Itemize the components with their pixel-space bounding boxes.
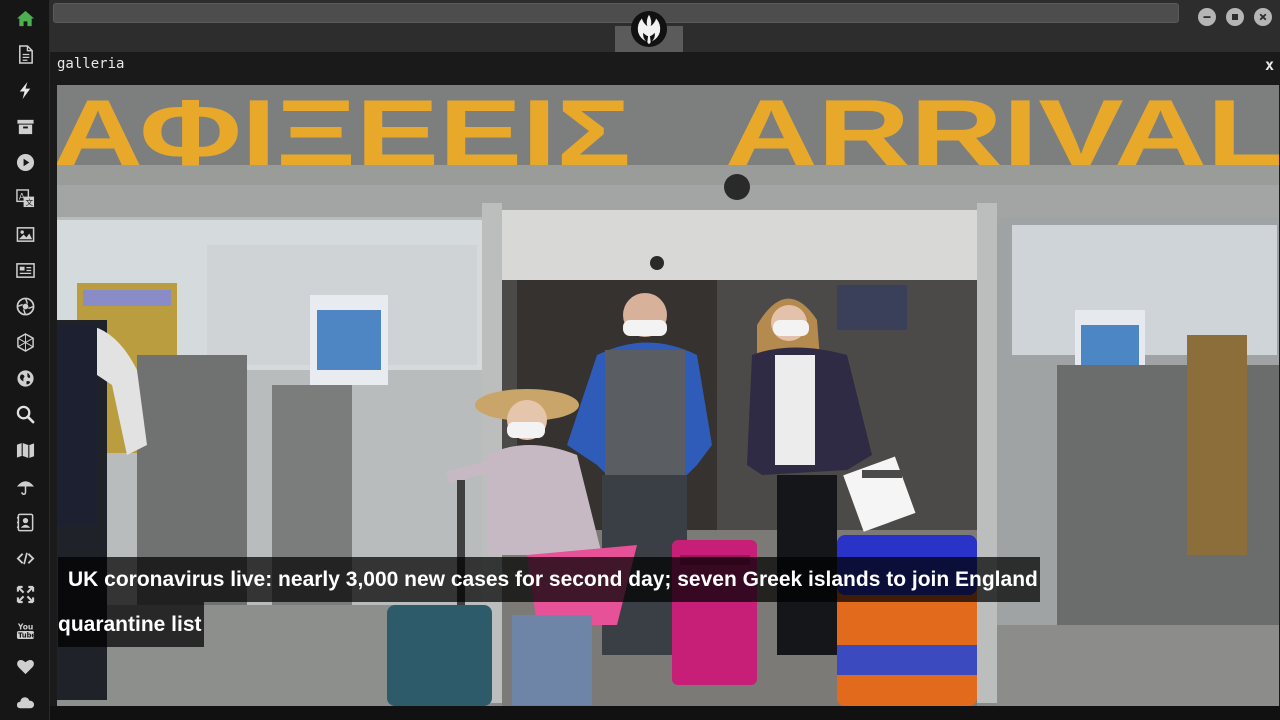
- aperture-icon[interactable]: [13, 294, 37, 318]
- lightning-icon[interactable]: [13, 78, 37, 102]
- code-icon[interactable]: [13, 546, 37, 570]
- sidebar: A文 You Tube: [0, 0, 50, 720]
- minimize-button[interactable]: [1198, 8, 1216, 26]
- heart-icon[interactable]: [13, 654, 37, 678]
- close-icon: [1259, 13, 1267, 21]
- cloud-icon[interactable]: [13, 690, 37, 714]
- gallery-title: galleria: [57, 56, 125, 72]
- svg-text:文: 文: [25, 197, 33, 207]
- translate-icon[interactable]: A文: [13, 186, 37, 210]
- title-bar: [50, 0, 1280, 52]
- hexagon-icon[interactable]: [13, 330, 37, 354]
- maximize-button[interactable]: [1226, 8, 1244, 26]
- svg-text:Tube: Tube: [18, 631, 35, 639]
- sign-text-english: ARRIVAL: [725, 85, 1279, 185]
- maximize-icon: [1232, 14, 1238, 20]
- home-icon[interactable]: [13, 6, 37, 30]
- svg-text:You: You: [16, 622, 32, 631]
- rebel-alliance-icon: [629, 9, 669, 49]
- newspaper-icon[interactable]: [13, 258, 37, 282]
- image-caption: UK coronavirus live: nearly 3,000 new ca…: [58, 557, 1088, 647]
- address-bar[interactable]: [53, 3, 1179, 23]
- play-icon[interactable]: [13, 150, 37, 174]
- minimize-icon: [1203, 16, 1211, 18]
- expand-icon[interactable]: [13, 582, 37, 606]
- youtube-icon[interactable]: You Tube: [13, 618, 37, 642]
- map-icon[interactable]: [13, 438, 37, 462]
- caption-line-2: quarantine list: [58, 602, 204, 647]
- search-icon[interactable]: [13, 402, 37, 426]
- document-icon[interactable]: [13, 42, 37, 66]
- globe-icon[interactable]: [13, 366, 37, 390]
- archive-icon[interactable]: [13, 114, 37, 138]
- svg-text:A: A: [18, 192, 24, 202]
- umbrella-icon[interactable]: [13, 474, 37, 498]
- contact-icon[interactable]: [13, 510, 37, 534]
- caption-line-1: UK coronavirus live: nearly 3,000 new ca…: [58, 557, 1040, 602]
- bottom-strip: [50, 706, 1280, 720]
- close-window-button[interactable]: [1254, 8, 1272, 26]
- image-icon[interactable]: [13, 222, 37, 246]
- gallery-close-button[interactable]: x: [1265, 56, 1274, 74]
- sign-text-greek: ΑΦΙΞΕΕΙΣ: [57, 85, 631, 185]
- gallery-header: galleria x: [50, 52, 1280, 85]
